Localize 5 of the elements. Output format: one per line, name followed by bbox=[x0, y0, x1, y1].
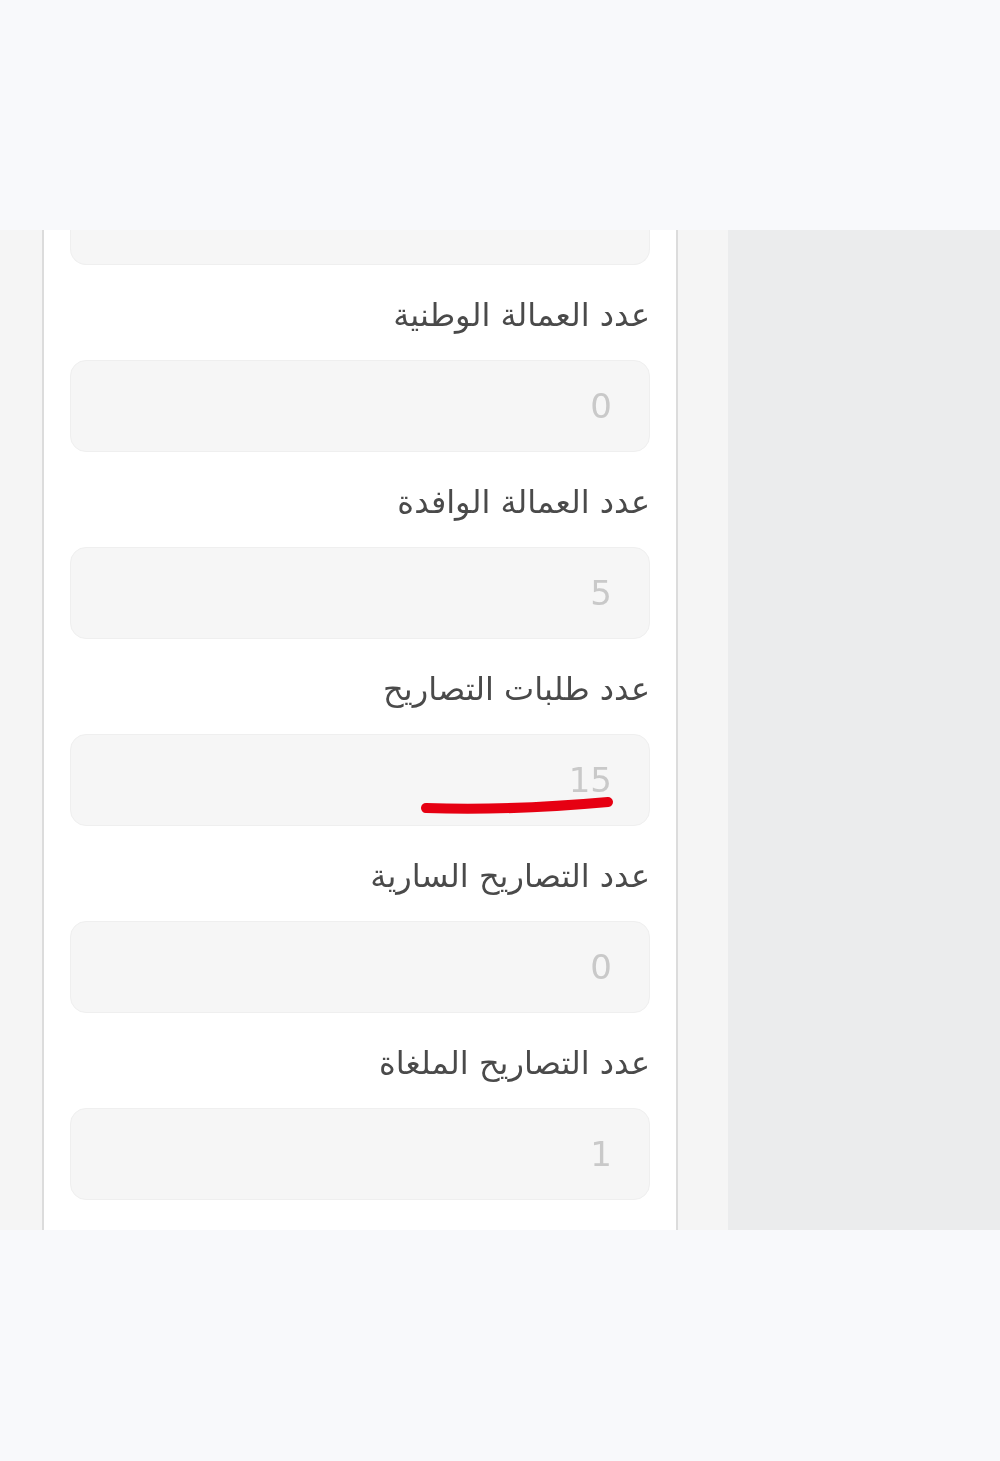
field-label: عدد التصاريح السارية bbox=[370, 856, 650, 898]
field-label: عدد العمالة الوطنية bbox=[393, 295, 650, 337]
field-label: عدد طلبات التصاريح bbox=[383, 669, 650, 711]
field-label: عدد العمالة الوافدة bbox=[397, 482, 650, 524]
field-label: عدد التصاريح الملغاة bbox=[379, 1043, 650, 1085]
